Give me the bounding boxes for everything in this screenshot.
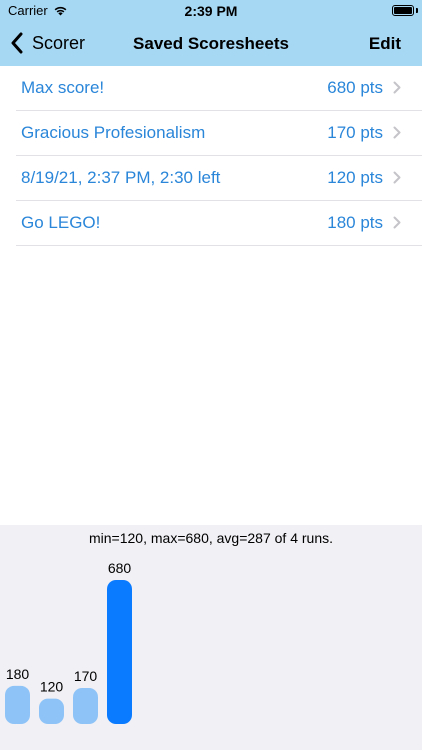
row-score: 680 pts (327, 78, 383, 97)
back-button[interactable]: Scorer (10, 32, 85, 54)
list-item[interactable]: Go LEGO! 180 pts (16, 201, 422, 246)
chevron-right-icon (393, 171, 401, 184)
back-label: Scorer (32, 32, 86, 53)
row-title: 8/19/21, 2:37 PM, 2:30 left (21, 168, 221, 187)
clock: 2:39 PM (184, 3, 238, 19)
list-item[interactable]: 8/19/21, 2:37 PM, 2:30 left 120 pts (16, 156, 422, 201)
edit-button[interactable]: Edit (369, 34, 401, 54)
chart-bar (5, 685, 30, 724)
chart-bar-label: 170 (74, 668, 98, 684)
chevron-right-icon (393, 126, 401, 139)
battery-icon (392, 5, 414, 16)
chevron-right-icon (393, 81, 401, 94)
list-item[interactable]: Gracious Profesionalism 170 pts (16, 111, 422, 156)
chart-bar-label: 680 (108, 560, 132, 576)
chevron-right-icon (393, 216, 401, 229)
chart-bar (73, 688, 98, 724)
chart-bar-label: 120 (40, 679, 64, 695)
chevron-left-icon (11, 32, 23, 54)
status-bar: Carrier 2:39 PM (0, 0, 422, 22)
row-score: 180 pts (327, 213, 383, 232)
row-title: Max score! (21, 78, 105, 97)
chart-bar (39, 698, 64, 724)
scoresheet-list: Max score! 680 pts Gracious Profesionali… (0, 66, 422, 246)
row-title: Gracious Profesionalism (21, 123, 206, 142)
chart-bar-label: 180 (6, 666, 30, 682)
row-score: 120 pts (327, 168, 383, 187)
row-score: 170 pts (327, 123, 383, 142)
score-bar-chart: 180 120 170 680 (5, 560, 132, 724)
stats-panel: min=120, max=680, avg=287 of 4 runs. 180… (0, 525, 422, 750)
row-title: Go LEGO! (21, 213, 101, 232)
chart-bar (107, 580, 132, 724)
battery-tip (416, 8, 418, 13)
list-item[interactable]: Max score! 680 pts (16, 66, 422, 111)
navigation-bar: Scorer Saved Scoresheets Edit (0, 22, 422, 66)
